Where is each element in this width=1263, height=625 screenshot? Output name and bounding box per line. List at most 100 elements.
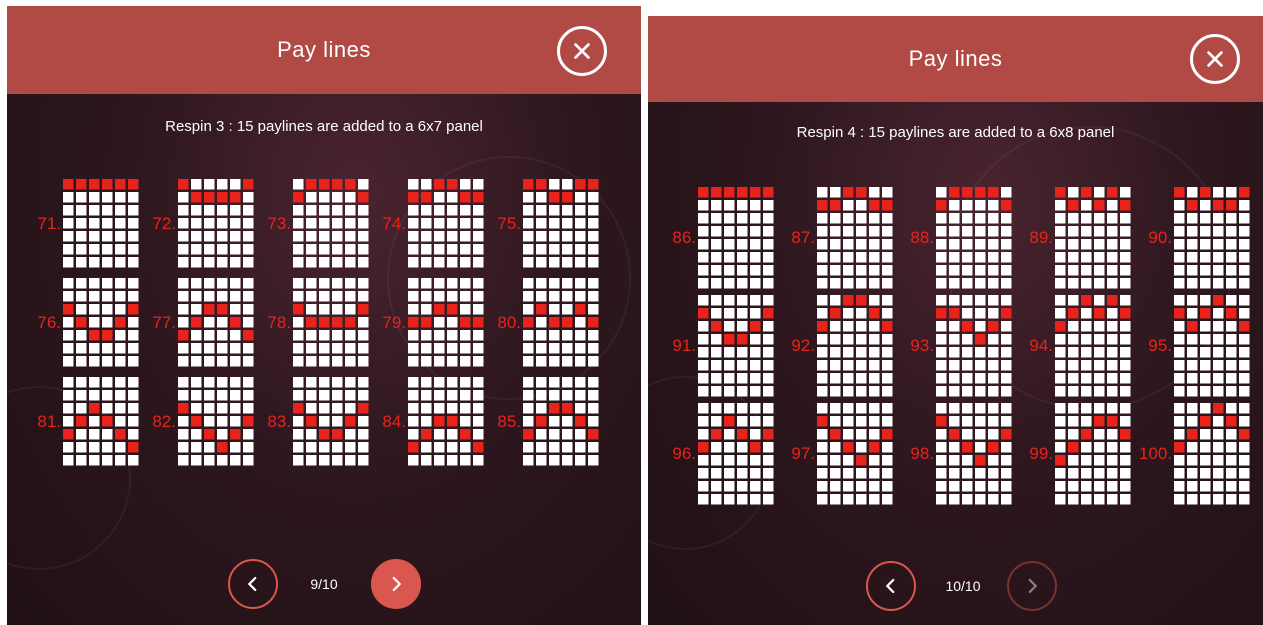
payline-cell xyxy=(217,179,228,190)
payline-cell xyxy=(447,429,458,440)
payline-cell xyxy=(988,334,999,345)
payline-cell xyxy=(988,360,999,371)
payline-cell xyxy=(115,442,126,453)
payline-cell xyxy=(243,390,254,401)
payline-cell xyxy=(549,343,560,354)
payline-cell xyxy=(63,403,74,414)
payline-cell xyxy=(447,390,458,401)
payline-cell xyxy=(737,321,748,332)
payline-number: 83. xyxy=(267,411,291,431)
payline-cell-active xyxy=(1001,308,1012,319)
payline-cell xyxy=(460,244,471,255)
payline-cell xyxy=(230,377,241,388)
payline-cell xyxy=(869,226,880,237)
payline-cell xyxy=(1120,481,1131,492)
payline-cell xyxy=(358,377,369,388)
payline-cell xyxy=(473,179,484,190)
payline-cell xyxy=(230,205,241,216)
next-page-button[interactable] xyxy=(1007,561,1057,611)
payline-cell xyxy=(1094,403,1105,414)
payline-cell-active xyxy=(869,308,880,319)
payline-cell xyxy=(962,213,973,224)
payline-cell-active xyxy=(319,179,330,190)
previous-page-button[interactable] xyxy=(228,559,278,609)
payline-cell xyxy=(1226,213,1237,224)
payline-cell xyxy=(345,291,356,302)
payline-cell xyxy=(882,187,893,198)
payline-cell xyxy=(536,244,547,255)
payline-cell xyxy=(856,403,867,414)
payline-cell xyxy=(358,356,369,367)
previous-page-button[interactable] xyxy=(866,561,916,611)
payline-cell xyxy=(588,416,599,427)
payline-cell-active xyxy=(102,416,113,427)
payline-cell xyxy=(421,257,432,268)
payline-cell xyxy=(588,278,599,289)
payline-cell xyxy=(975,416,986,427)
payline-cell xyxy=(345,330,356,341)
payline-cell xyxy=(763,278,774,289)
payline-cell xyxy=(63,244,74,255)
payline-cell xyxy=(975,468,986,479)
payline-number: 88. xyxy=(910,228,934,247)
payline-cell xyxy=(1174,278,1185,289)
payline-cell xyxy=(869,347,880,358)
payline-cell xyxy=(1187,347,1198,358)
payline-cell xyxy=(447,377,458,388)
payline-cell-active xyxy=(988,187,999,198)
payline-cell xyxy=(830,239,841,250)
payline-cell xyxy=(856,321,867,332)
payline-cell xyxy=(869,416,880,427)
payline-cell xyxy=(1120,226,1131,237)
payline-cell xyxy=(1081,481,1092,492)
payline-cell xyxy=(447,330,458,341)
page-indicator: 9/10 xyxy=(310,576,338,592)
payline-cell xyxy=(936,334,947,345)
payline-cell xyxy=(1068,373,1079,384)
payline-cell xyxy=(115,343,126,354)
payline-cell xyxy=(737,403,748,414)
payline-cell xyxy=(588,390,599,401)
close-button[interactable] xyxy=(557,26,607,76)
close-button[interactable] xyxy=(1190,34,1240,84)
payline-cell xyxy=(1001,226,1012,237)
payline-cell xyxy=(408,343,419,354)
payline-cell-active xyxy=(711,429,722,440)
payline-cell xyxy=(817,373,828,384)
payline-cell xyxy=(1107,403,1118,414)
payline-cell xyxy=(332,192,343,203)
payline-cell xyxy=(1187,226,1198,237)
payline-number: 92. xyxy=(791,336,815,355)
payline-cell xyxy=(408,330,419,341)
payline-cell xyxy=(63,317,74,328)
payline-cell xyxy=(306,356,317,367)
payline-cell xyxy=(434,231,445,242)
payline-number: 99. xyxy=(1029,444,1053,463)
payline-cell xyxy=(1094,360,1105,371)
payline-cell xyxy=(89,343,100,354)
payline-cell xyxy=(737,226,748,237)
payline-cell xyxy=(345,192,356,203)
payline-cell xyxy=(473,390,484,401)
payline-cell-active xyxy=(1094,200,1105,211)
payline-cell-active xyxy=(536,416,547,427)
payline-cell xyxy=(843,481,854,492)
payline-cell xyxy=(1187,360,1198,371)
payline-cell xyxy=(204,330,215,341)
payline-cell xyxy=(63,390,74,401)
payline-cell xyxy=(1200,252,1211,263)
payline-cell xyxy=(1239,308,1250,319)
payline-cell xyxy=(975,360,986,371)
payline-cell xyxy=(408,416,419,427)
payline-cell xyxy=(975,321,986,332)
payline-cell xyxy=(817,278,828,289)
payline-cell xyxy=(217,317,228,328)
payline-cell xyxy=(737,416,748,427)
payline-cell xyxy=(750,403,761,414)
payline-cell xyxy=(949,321,960,332)
payline-cell xyxy=(698,239,709,250)
payline-cell xyxy=(102,403,113,414)
payline-cell xyxy=(1120,239,1131,250)
next-page-button[interactable] xyxy=(371,559,421,609)
payline-cell xyxy=(63,291,74,302)
